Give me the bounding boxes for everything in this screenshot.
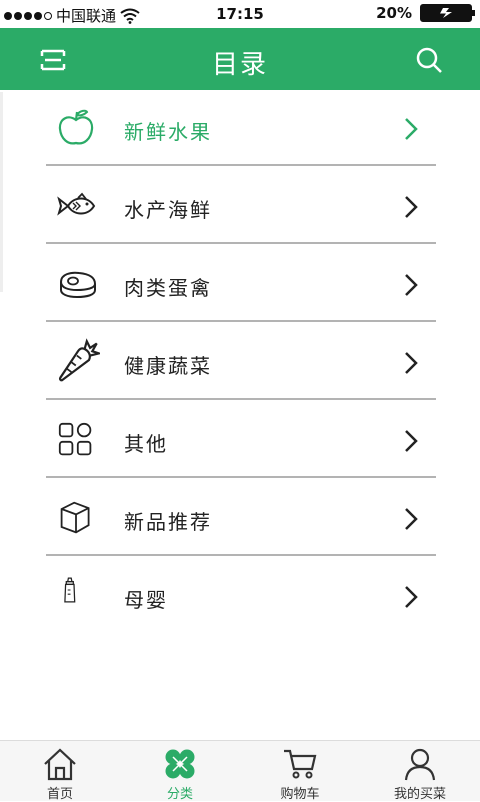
fish-icon [57, 192, 96, 216]
category-row-new[interactable]: 新品推荐 [46, 480, 436, 556]
carrot-icon [59, 338, 100, 382]
home-icon [44, 748, 76, 781]
category-row-seafood[interactable]: 水产海鲜 [46, 168, 436, 244]
battery-icon [420, 4, 475, 22]
chevron-right-icon [405, 586, 418, 608]
tab-label: 我的买菜 [393, 787, 446, 802]
tab-label: 购物车 [280, 787, 320, 802]
steak-icon [60, 271, 96, 299]
chevron-right-icon [405, 196, 418, 218]
cart-icon [284, 749, 317, 779]
chevron-right-icon [405, 352, 418, 374]
baby-bottle-icon [64, 577, 76, 603]
tab-home[interactable]: 首页 [0, 741, 120, 802]
clover-icon [165, 749, 195, 779]
category-label: 其他 [124, 432, 168, 456]
category-label: 新鲜水果 [124, 120, 212, 144]
category-label: 水产海鲜 [124, 198, 212, 222]
search-icon[interactable] [414, 45, 444, 75]
chevron-right-icon [405, 274, 418, 296]
tab-label: 分类 [166, 787, 193, 802]
app-header: 目录 [0, 28, 480, 90]
category-row-other[interactable]: 其他 [46, 402, 436, 478]
chevron-right-icon [405, 118, 418, 140]
category-row-baby[interactable]: 母婴 [46, 558, 436, 634]
battery-percent: 20% [376, 4, 412, 22]
edge-shadow [0, 92, 3, 292]
category-label: 母婴 [124, 588, 168, 612]
tab-cart[interactable]: 购物车 [240, 741, 360, 802]
user-icon [404, 748, 436, 781]
category-row-vegetable[interactable]: 健康蔬菜 [46, 324, 436, 400]
box-icon [60, 501, 90, 534]
tab-category[interactable]: 分类 [120, 741, 240, 802]
status-right: 20% [376, 4, 475, 22]
tab-label: 首页 [46, 787, 73, 802]
bottom-tab-bar: 首页 分类 购物车 我的买菜 [0, 740, 480, 802]
status-bar: 中国联通 17:15 20% [0, 0, 480, 28]
category-row-fruit[interactable]: 新鲜水果 [46, 90, 436, 166]
category-label: 新品推荐 [124, 510, 212, 534]
apple-icon [58, 109, 94, 145]
chevron-right-icon [405, 430, 418, 452]
chevron-right-icon [405, 508, 418, 530]
category-label: 肉类蛋禽 [124, 276, 212, 300]
grid-icon [58, 422, 92, 456]
category-label: 健康蔬菜 [124, 354, 212, 378]
category-row-meat[interactable]: 肉类蛋禽 [46, 246, 436, 322]
tab-profile[interactable]: 我的买菜 [360, 741, 480, 802]
page-title: 目录 [211, 50, 268, 80]
